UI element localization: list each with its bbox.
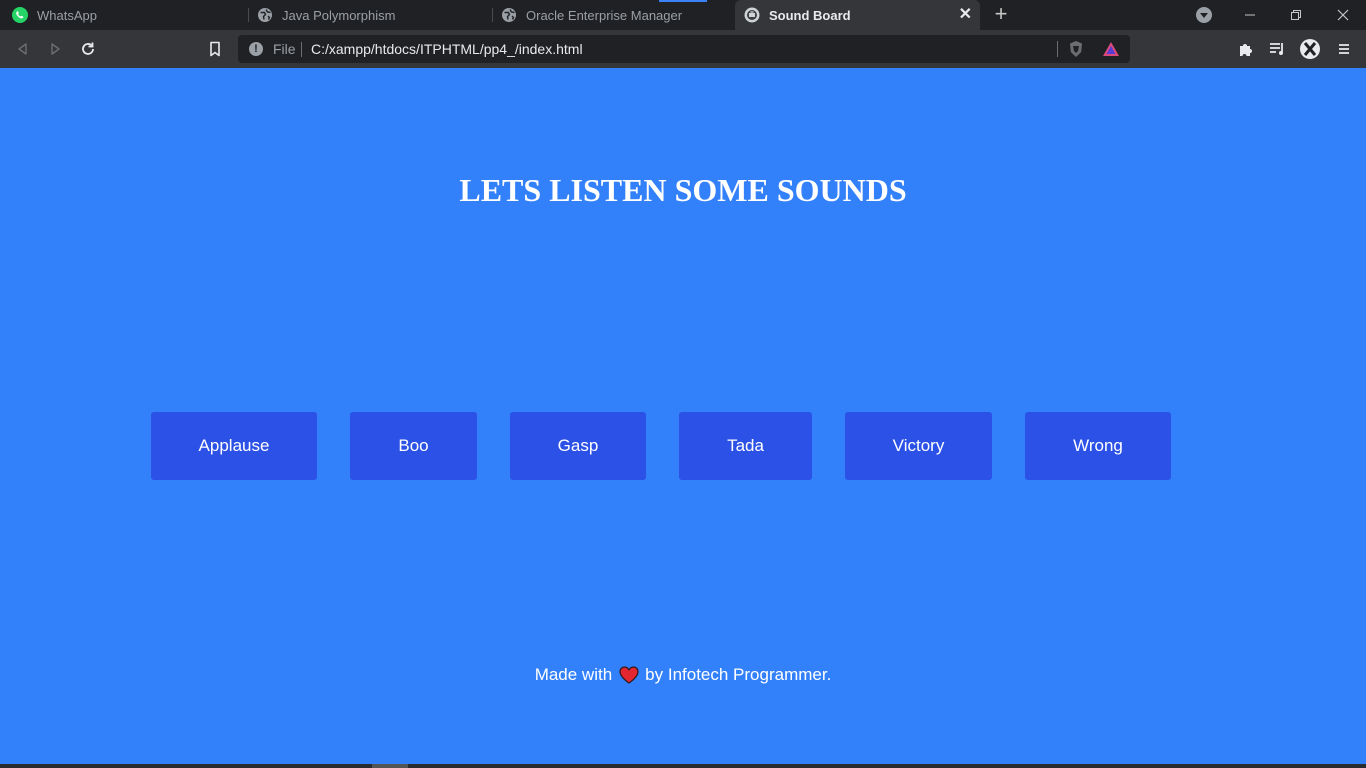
footer: Made with by Infotech Programmer.: [0, 665, 1366, 685]
new-tab-button[interactable]: +: [990, 3, 1012, 25]
whatsapp-icon: [12, 7, 28, 23]
heart-icon: [619, 666, 639, 684]
page-content: LETS LISTEN SOME SOUNDS Applause Boo Gas…: [0, 68, 1366, 768]
boo-button[interactable]: Boo: [350, 412, 477, 480]
forward-button[interactable]: [45, 39, 65, 59]
tab-title: Sound Board: [769, 7, 851, 23]
tab-oracle-enterprise-manager[interactable]: Oracle Enterprise Manager: [493, 0, 734, 30]
tab-title: WhatsApp: [37, 7, 97, 23]
bottom-edge: [0, 764, 1366, 768]
footer-prefix: Made with: [534, 665, 613, 684]
tab-title: Oracle Enterprise Manager: [526, 7, 683, 23]
media-queue-icon[interactable]: [1268, 39, 1288, 59]
scrollbar-thumb[interactable]: [372, 764, 408, 768]
reload-button[interactable]: [78, 39, 98, 59]
address-bar[interactable]: ! File C:/xampp/htdocs/ITPHTML/pp4_/inde…: [238, 35, 1130, 63]
close-tab-icon[interactable]: ✕: [959, 7, 972, 23]
tab-java-polymorphism[interactable]: Java Polymorphism: [249, 0, 492, 30]
back-button[interactable]: [13, 39, 33, 59]
brave-rewards-icon[interactable]: [1102, 41, 1120, 57]
profile-icon[interactable]: [1300, 39, 1320, 59]
wrong-button[interactable]: Wrong: [1025, 412, 1171, 480]
tab-title: Java Polymorphism: [282, 7, 396, 23]
url-text[interactable]: C:/xampp/htdocs/ITPHTML/pp4_/index.html: [311, 41, 583, 57]
minimize-button[interactable]: [1227, 0, 1273, 30]
sound-board-favicon: [744, 7, 760, 23]
applause-button[interactable]: Applause: [151, 412, 317, 480]
globe-icon: [501, 7, 517, 23]
gasp-button[interactable]: Gasp: [510, 412, 646, 480]
brave-shield-icon[interactable]: [1068, 40, 1084, 58]
bookmark-icon[interactable]: [205, 39, 225, 59]
menu-icon[interactable]: [1334, 39, 1354, 59]
tab-whatsapp[interactable]: WhatsApp: [0, 0, 248, 30]
tada-button[interactable]: Tada: [679, 412, 812, 480]
url-scheme-label: File: [273, 41, 296, 57]
tab-search-icon[interactable]: [1196, 7, 1212, 23]
footer-suffix: by Infotech Programmer.: [645, 665, 832, 684]
close-window-button[interactable]: [1320, 0, 1366, 30]
divider: [301, 42, 302, 57]
victory-button[interactable]: Victory: [845, 412, 992, 480]
page-title: LETS LISTEN SOME SOUNDS: [459, 172, 907, 208]
tab-sound-board[interactable]: Sound Board ✕: [735, 0, 980, 30]
browser-toolbar: ! File C:/xampp/htdocs/ITPHTML/pp4_/inde…: [0, 30, 1366, 68]
extensions-icon[interactable]: [1236, 39, 1256, 59]
restore-button[interactable]: [1273, 0, 1319, 30]
globe-icon: [257, 7, 273, 23]
info-icon[interactable]: !: [249, 42, 263, 56]
tab-strip: WhatsApp Java Polymorphism Oracle Enterp…: [0, 0, 1366, 30]
divider: [1057, 41, 1058, 57]
